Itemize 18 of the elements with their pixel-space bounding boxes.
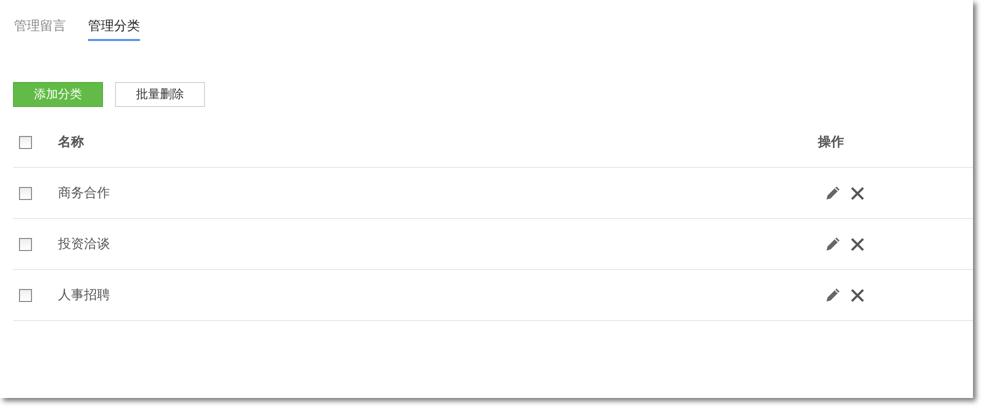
column-header: 名称 — [58, 134, 85, 151]
tab[interactable]: 管理分类 — [88, 17, 140, 41]
tab[interactable]: 管理留言 — [14, 17, 66, 39]
edit-icon[interactable] — [825, 236, 841, 252]
close-icon[interactable] — [850, 186, 865, 200]
close-icon[interactable] — [850, 236, 865, 252]
checkbox[interactable] — [19, 186, 32, 200]
edit-icon[interactable] — [825, 287, 841, 303]
column-header: 操作 — [818, 134, 845, 151]
table-cell-text: 商务合作 — [58, 185, 111, 202]
batch-delete-button[interactable]: 批量删除 — [115, 82, 205, 107]
checkbox[interactable] — [19, 238, 32, 250]
edit-icon[interactable] — [825, 185, 841, 201]
table-cell-text: 人事招聘 — [58, 287, 111, 304]
checkbox[interactable] — [19, 288, 32, 302]
table-cell-text: 投资洽谈 — [58, 236, 111, 253]
close-icon[interactable] — [850, 288, 865, 302]
checkbox[interactable] — [19, 136, 32, 148]
